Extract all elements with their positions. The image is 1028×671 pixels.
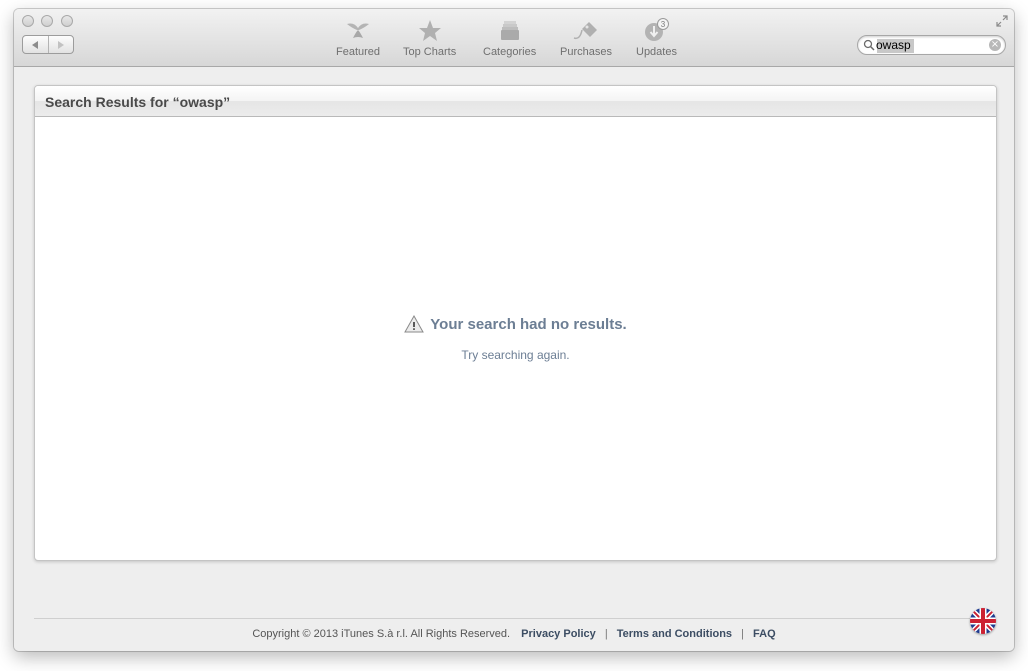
star-icon xyxy=(418,20,441,41)
privacy-policy-link[interactable]: Privacy Policy xyxy=(521,628,596,640)
copyright-text: Copyright © 2013 iTunes S.à r.l. All Rig… xyxy=(252,628,511,640)
back-arrow-icon xyxy=(32,40,39,49)
toolbar-label: Top Charts xyxy=(403,46,457,58)
no-results-title: Your search had no results. xyxy=(430,315,627,333)
results-header: Search Results for “owasp” xyxy=(35,86,996,117)
toolbar-label: Updates xyxy=(636,46,677,58)
toolbar-top-charts[interactable]: Top Charts xyxy=(403,18,456,62)
back-forward-control xyxy=(22,35,74,54)
uk-flag-icon[interactable] xyxy=(970,608,996,634)
no-results-message: Your search had no results. Try searchin… xyxy=(35,315,996,362)
footer-separator: | xyxy=(741,628,744,640)
search-icon xyxy=(863,39,875,51)
results-panel: Search Results for “owasp” Your search h… xyxy=(34,85,997,561)
fullscreen-icon[interactable] xyxy=(996,15,1008,27)
updates-badge: 3 xyxy=(661,20,666,29)
forward-button[interactable] xyxy=(47,36,74,53)
close-window-button[interactable] xyxy=(22,15,34,27)
zoom-window-button[interactable] xyxy=(61,15,73,27)
titlebar: Featured Top Charts Categories Purchases… xyxy=(14,9,1014,67)
updates-icon: 3 xyxy=(645,18,670,41)
app-store-window: Featured Top Charts Categories Purchases… xyxy=(14,9,1014,651)
featured-icon xyxy=(347,23,370,38)
no-results-subtitle: Try searching again. xyxy=(461,348,570,362)
toolbar-label: Featured xyxy=(336,46,381,58)
forward-arrow-icon xyxy=(57,40,64,49)
warning-icon xyxy=(404,315,425,333)
toolbar-categories[interactable]: Categories xyxy=(483,18,536,62)
clear-search-icon[interactable]: × xyxy=(989,39,1001,51)
search-field[interactable]: × xyxy=(857,35,1006,55)
categories-icon xyxy=(500,21,519,40)
footer: Copyright © 2013 iTunes S.à r.l. All Rig… xyxy=(14,628,1014,640)
toolbar-label: Purchases xyxy=(560,46,612,58)
footer-divider xyxy=(34,618,995,619)
toolbar-label: Categories xyxy=(483,46,537,58)
faq-link[interactable]: FAQ xyxy=(753,628,776,640)
minimize-window-button[interactable] xyxy=(41,15,53,27)
toolbar-purchases[interactable]: Purchases xyxy=(560,18,612,62)
back-button[interactable] xyxy=(23,36,48,53)
footer-separator: | xyxy=(604,628,608,640)
toolbar-updates[interactable]: 3 Updates xyxy=(636,18,677,62)
purchases-icon xyxy=(573,22,597,40)
toolbar-featured[interactable]: Featured xyxy=(336,18,380,62)
terms-link[interactable]: Terms and Conditions xyxy=(617,628,732,640)
results-title: Search Results for “owasp” xyxy=(45,94,231,110)
search-input[interactable] xyxy=(876,38,986,52)
